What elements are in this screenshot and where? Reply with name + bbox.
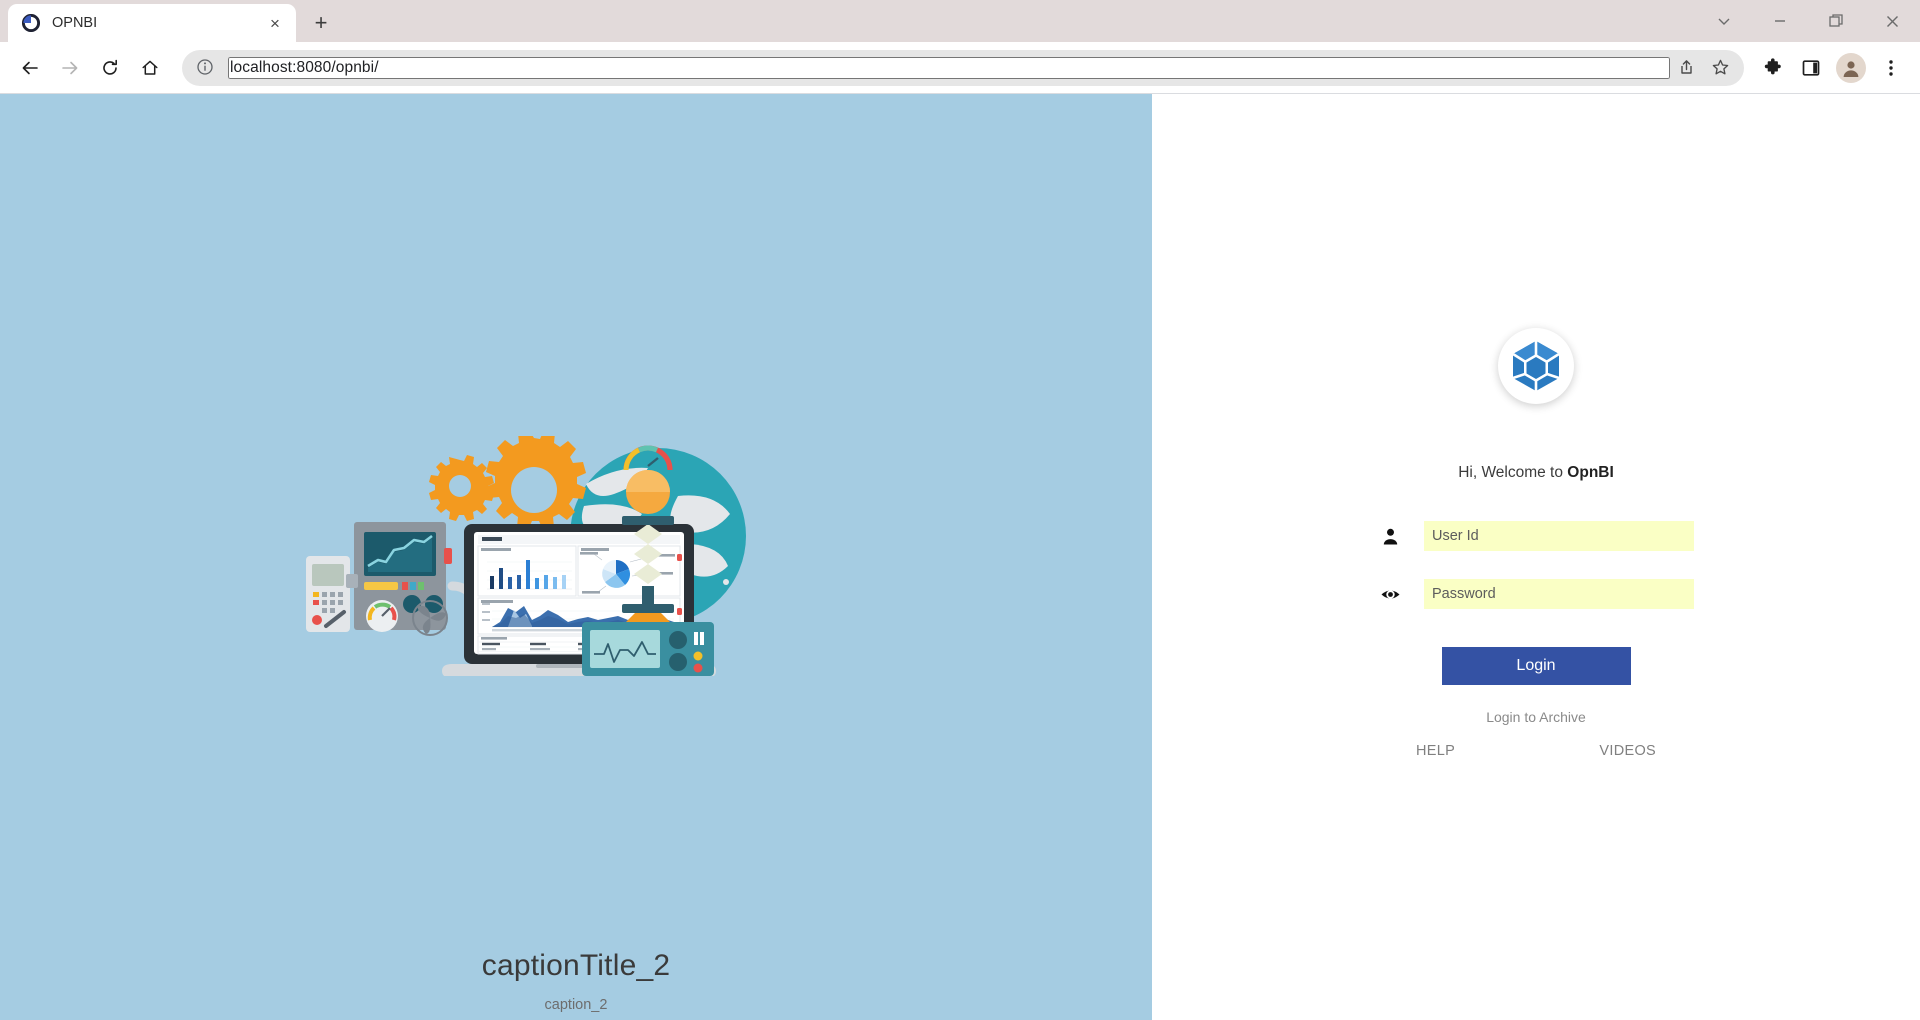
browser-window: OPNBI × + localhost:8080/opnbi/ captionT…: [0, 0, 1920, 1020]
tab-search-button[interactable]: [1696, 0, 1752, 42]
footer-links: HELP VIDEOS: [1378, 743, 1694, 759]
close-window-button[interactable]: [1864, 0, 1920, 42]
site-info-icon[interactable]: [196, 58, 216, 78]
close-tab-icon[interactable]: ×: [264, 12, 286, 34]
window-controls: [1696, 0, 1920, 42]
minimize-button[interactable]: [1752, 0, 1808, 42]
user-id-input[interactable]: [1424, 521, 1694, 551]
share-icon[interactable]: [1670, 52, 1702, 84]
new-tab-button[interactable]: +: [304, 6, 338, 40]
omnibox-actions: [1670, 52, 1736, 84]
login-form: Login Login to Archive: [1378, 521, 1694, 725]
carousel-caption: captionTitle_2 caption_2: [0, 949, 1152, 1013]
home-button[interactable]: [130, 48, 170, 88]
browser-tab-opnbi[interactable]: OPNBI ×: [8, 4, 296, 42]
login-panel: Hi, Welcome to OpnBI User Id Login Login…: [1152, 94, 1920, 1020]
help-link[interactable]: HELP: [1416, 743, 1455, 759]
extensions-icon[interactable]: [1754, 49, 1792, 87]
user-id-field-row: [1378, 521, 1694, 551]
welcome-message: Hi, Welcome to OpnBI: [1458, 464, 1614, 482]
profile-avatar[interactable]: [1836, 52, 1866, 83]
address-bar[interactable]: [182, 49, 1744, 86]
videos-link[interactable]: VIDEOS: [1599, 743, 1656, 759]
caption-title: captionTitle_2: [481, 949, 671, 982]
maximize-button[interactable]: [1808, 0, 1864, 42]
tab-strip: OPNBI × +: [0, 0, 1920, 42]
chrome-menu-icon[interactable]: [1872, 49, 1910, 87]
caption-subtitle: caption_2: [544, 997, 608, 1013]
tab-title: OPNBI: [52, 15, 98, 31]
browser-toolbar: [0, 42, 1920, 94]
password-field-row: [1378, 579, 1694, 609]
bookmark-star-icon[interactable]: [1704, 52, 1736, 84]
side-panel-icon[interactable]: [1792, 49, 1830, 87]
back-button[interactable]: [10, 48, 50, 88]
welcome-brand: OpnBI: [1567, 464, 1614, 481]
forward-button[interactable]: [50, 48, 90, 88]
password-input[interactable]: [1424, 579, 1694, 609]
login-to-archive-link[interactable]: Login to Archive: [1378, 709, 1694, 725]
welcome-prefix: Hi, Welcome to: [1458, 464, 1568, 481]
eye-icon[interactable]: [1378, 584, 1402, 605]
opnbi-cube-logo: [1498, 328, 1574, 404]
url-input[interactable]: [228, 56, 1670, 79]
person-icon: [1378, 527, 1402, 546]
hero-carousel-panel: captionTitle_2 caption_2: [0, 94, 1152, 1020]
login-button[interactable]: Login: [1441, 647, 1631, 685]
business-intelligence-illustration: [286, 430, 866, 678]
reload-button[interactable]: [90, 48, 130, 88]
page-viewport: captionTitle_2 caption_2 Hi, Welcome to …: [0, 94, 1920, 1020]
pie-chart-favicon: [21, 13, 41, 33]
